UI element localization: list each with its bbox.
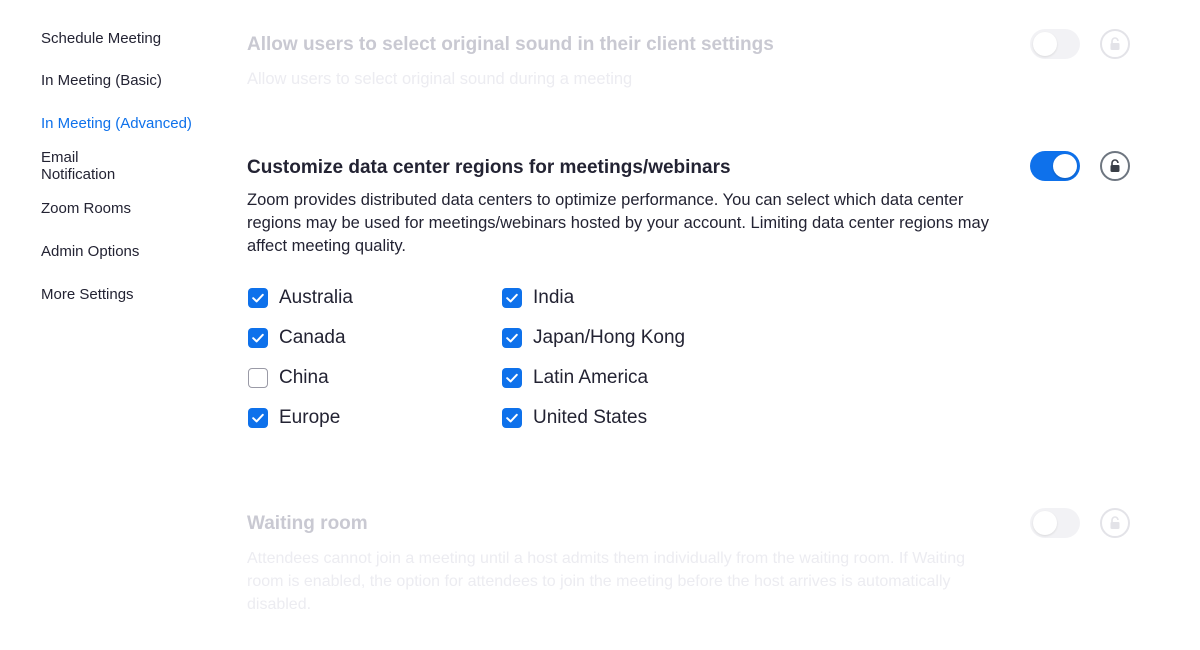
data-center-toggle[interactable]	[1030, 151, 1080, 181]
checkbox-checked-icon	[502, 328, 522, 348]
sidebar-item-in-meeting-advanced[interactable]: In Meeting (Advanced)	[41, 115, 192, 133]
setting-data-center-regions: Customize data center regions for meetin…	[247, 156, 1007, 258]
region-checkbox-united-states[interactable]: United States	[502, 405, 647, 431]
sidebar-item-in-meeting-basic[interactable]: In Meeting (Basic)	[41, 72, 162, 90]
region-checkbox-australia[interactable]: Australia	[248, 285, 353, 311]
sidebar-item-zoom-rooms[interactable]: Zoom Rooms	[41, 200, 131, 218]
region-checkbox-canada[interactable]: Canada	[248, 325, 346, 351]
waiting-room-toggle[interactable]	[1030, 508, 1080, 538]
setting-title: Customize data center regions for meetin…	[247, 157, 731, 178]
region-checkbox-india[interactable]: India	[502, 285, 574, 311]
original-sound-toggle[interactable]	[1030, 29, 1080, 59]
setting-description: Attendees cannot join a meeting until a …	[247, 550, 965, 613]
region-label: United States	[533, 407, 648, 428]
region-label: Latin America	[533, 367, 649, 388]
setting-description: Allow users to select original sound dur…	[247, 70, 633, 88]
sidebar-item-schedule-meeting[interactable]: Schedule Meeting	[41, 30, 161, 48]
checkbox-checked-icon	[248, 408, 268, 428]
region-label: Europe	[279, 407, 341, 428]
setting-title: Waiting room	[247, 513, 368, 534]
sidebar-item-more-settings[interactable]: More Settings	[41, 286, 134, 304]
setting-waiting-room: Waiting room Attendees cannot join a mee…	[247, 512, 1007, 616]
lock-icon[interactable]	[1100, 508, 1130, 538]
region-label: India	[533, 287, 575, 308]
region-checkbox-latin-america[interactable]: Latin America	[502, 365, 648, 391]
checkbox-unchecked-icon	[248, 368, 268, 388]
region-label: China	[279, 367, 329, 388]
region-label: Canada	[279, 327, 346, 348]
sidebar-item-admin-options[interactable]: Admin Options	[41, 243, 139, 261]
region-checkbox-japan-hong-kong[interactable]: Japan/Hong Kong	[502, 325, 685, 351]
checkbox-checked-icon	[502, 408, 522, 428]
region-label: Australia	[279, 287, 353, 308]
checkbox-checked-icon	[502, 368, 522, 388]
checkbox-checked-icon	[248, 288, 268, 308]
region-checkbox-europe[interactable]: Europe	[248, 405, 340, 431]
lock-icon[interactable]	[1100, 29, 1130, 59]
setting-original-sound: Allow users to select original sound in …	[247, 33, 1007, 91]
setting-title: Allow users to select original sound in …	[247, 34, 774, 55]
lock-icon[interactable]	[1100, 151, 1130, 181]
region-label: Japan/Hong Kong	[533, 327, 686, 348]
toggle-knob	[1053, 154, 1077, 178]
checkbox-checked-icon	[502, 288, 522, 308]
checkbox-checked-icon	[248, 328, 268, 348]
toggle-knob	[1033, 511, 1057, 535]
setting-description: Zoom provides distributed data centers t…	[247, 191, 989, 255]
sidebar-item-email-notification[interactable]: Email Notification	[41, 149, 141, 183]
toggle-knob	[1033, 32, 1057, 56]
region-checkbox-china[interactable]: China	[248, 365, 329, 391]
